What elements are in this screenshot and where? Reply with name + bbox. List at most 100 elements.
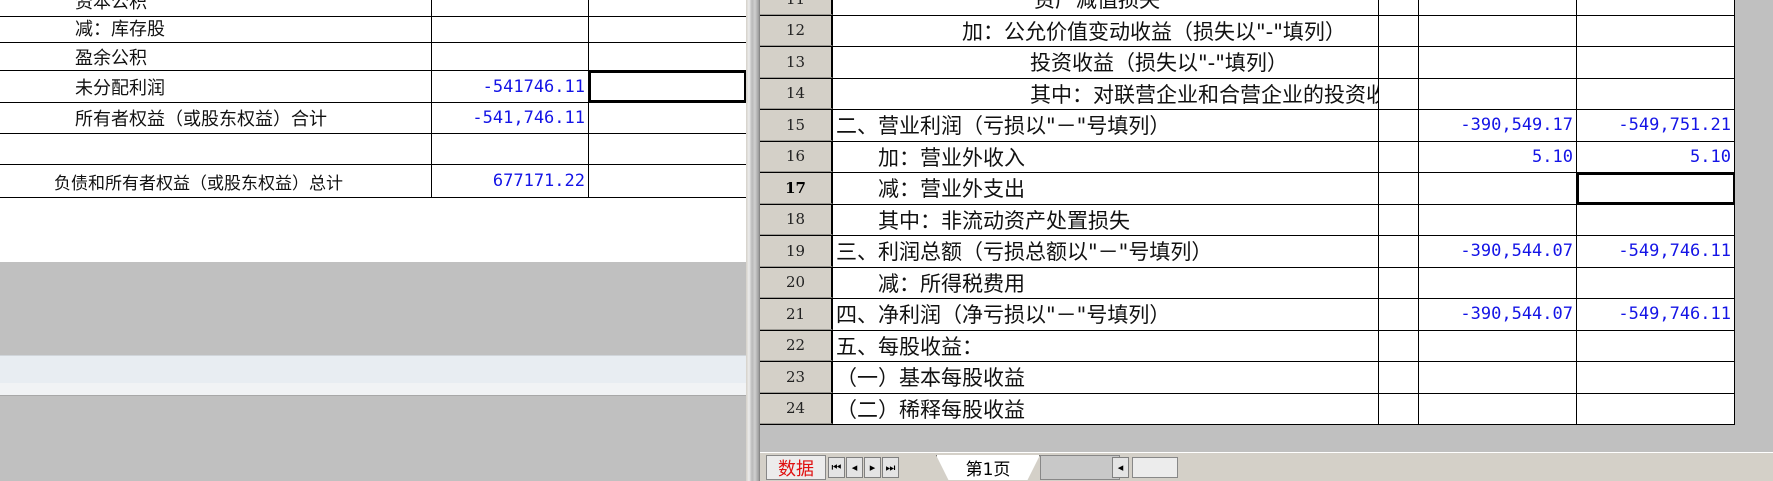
blank-cell[interactable]: [1379, 236, 1419, 267]
table-row: 11资产减值损失: [760, 0, 1735, 16]
row-label: 五、每股收益：: [834, 330, 1379, 361]
pane-splitter[interactable]: [746, 0, 760, 481]
table-row: 负债和所有者权益（或股东权益）总计 677171.22: [0, 165, 746, 198]
row-label: 三、利润总额（亏损总额以"－"号填列）: [834, 236, 1379, 267]
current-period-value[interactable]: -390,544.07: [1419, 299, 1577, 330]
prior-period-value[interactable]: -549,746.11: [1577, 236, 1735, 267]
row-header[interactable]: 24: [760, 393, 833, 424]
current-period-value[interactable]: [1419, 362, 1577, 393]
row-header[interactable]: 14: [760, 78, 833, 109]
row-header[interactable]: 13: [760, 47, 833, 78]
prior-period-value[interactable]: [1577, 393, 1735, 424]
table-row: 17 减：营业外支出: [760, 173, 1735, 205]
prior-period-value[interactable]: [1577, 0, 1735, 15]
row-label: 资产减值损失: [834, 0, 1379, 15]
blank-cell[interactable]: [1379, 173, 1419, 204]
scroll-left-icon[interactable]: ◂: [1112, 457, 1129, 478]
row-header[interactable]: 18: [760, 204, 833, 235]
row-header[interactable]: 21: [760, 299, 833, 330]
current-period-value[interactable]: [1419, 47, 1577, 78]
tab-page-1[interactable]: 第1页: [936, 455, 1040, 480]
prior-period-value[interactable]: [1577, 204, 1735, 235]
current-period-value[interactable]: [1419, 0, 1577, 15]
row-label: 加：公允价值变动收益（损失以"-"填列）: [834, 15, 1379, 46]
row-value[interactable]: [432, 14, 589, 42]
blank-cell[interactable]: [589, 103, 746, 133]
left-pane: 资本公积 减：库存股 盈余公积 未分配利润 -541746.11 所有者权益（或…: [0, 0, 746, 481]
row-label: 加：营业外收入: [834, 141, 1379, 172]
prior-period-value[interactable]: -549,746.11: [1577, 299, 1735, 330]
prior-period-value[interactable]: [1577, 267, 1735, 298]
row-header[interactable]: 20: [760, 267, 833, 298]
blank-cell[interactable]: [1379, 393, 1419, 424]
blank-cell[interactable]: [1379, 110, 1419, 141]
current-period-value[interactable]: [1419, 15, 1577, 46]
current-period-value[interactable]: [1419, 330, 1577, 361]
current-period-value[interactable]: 5.10: [1419, 141, 1577, 172]
row-label: 其中：对联营企业和合营企业的投资收益: [834, 78, 1379, 109]
selected-cell[interactable]: [1577, 173, 1735, 204]
blank-cell[interactable]: [1379, 267, 1419, 298]
table-row: 12 加：公允价值变动收益（损失以"-"填列）: [760, 15, 1735, 47]
blank-cell[interactable]: [1379, 15, 1419, 46]
blank-cell[interactable]: [1379, 362, 1419, 393]
blank-cell[interactable]: [1379, 0, 1419, 15]
right-pane: 11资产减值损失12加：公允价值变动收益（损失以"-"填列）13投资收益（损失以…: [760, 0, 1773, 481]
prior-period-value[interactable]: [1577, 78, 1735, 109]
current-period-value[interactable]: [1419, 173, 1577, 204]
prior-period-value[interactable]: [1577, 330, 1735, 361]
table-row: 13 投资收益（损失以"-"填列）: [760, 47, 1735, 79]
current-period-value[interactable]: [1419, 204, 1577, 235]
prior-period-value[interactable]: [1577, 15, 1735, 46]
last-sheet-icon[interactable]: ⏭: [882, 457, 899, 478]
blank-cell[interactable]: [589, 14, 746, 42]
row-header[interactable]: 23: [760, 362, 833, 393]
blank-cell[interactable]: [589, 165, 746, 197]
blank-cell[interactable]: [1379, 204, 1419, 235]
current-period-value[interactable]: [1419, 78, 1577, 109]
row-value[interactable]: [432, 134, 589, 164]
first-sheet-icon[interactable]: ⏮: [828, 457, 845, 478]
selected-cell[interactable]: [589, 71, 746, 102]
blank-cell[interactable]: [1379, 78, 1419, 109]
table-row: 22 五、每股收益：: [760, 330, 1735, 362]
row-header[interactable]: 15: [760, 110, 833, 141]
blank-cell[interactable]: [1379, 330, 1419, 361]
tab-slot: [1040, 455, 1120, 480]
prior-period-value[interactable]: 5.10: [1577, 141, 1735, 172]
row-value[interactable]: [432, 43, 589, 70]
row-header[interactable]: 17: [760, 173, 833, 204]
row-label: 四、净利润（净亏损以"－"号填列）: [834, 299, 1379, 330]
prior-period-value[interactable]: [1577, 362, 1735, 393]
horizontal-scrollbar[interactable]: [1132, 457, 1178, 478]
row-header[interactable]: 12: [760, 15, 833, 46]
next-sheet-icon[interactable]: ▸: [864, 457, 881, 478]
scroll-strip: [0, 355, 746, 383]
blank-cell[interactable]: [589, 134, 746, 164]
row-header[interactable]: 22: [760, 330, 833, 361]
current-period-value[interactable]: [1419, 267, 1577, 298]
income-statement-grid: 11资产减值损失12加：公允价值变动收益（损失以"-"填列）13投资收益（损失以…: [760, 0, 1735, 425]
prev-sheet-icon[interactable]: ◂: [846, 457, 863, 478]
tab-data[interactable]: 数据: [766, 455, 826, 480]
row-value[interactable]: 677171.22: [432, 165, 589, 197]
table-row: [0, 134, 746, 165]
row-header[interactable]: 19: [760, 236, 833, 267]
row-label: （二）稀释每股收益: [834, 393, 1379, 424]
table-row: 24 （二）稀释每股收益: [760, 393, 1735, 425]
prior-period-value[interactable]: -549,751.21: [1577, 110, 1735, 141]
row-header[interactable]: 11: [760, 0, 833, 15]
current-period-value[interactable]: -390,544.07: [1419, 236, 1577, 267]
blank-cell[interactable]: [1379, 299, 1419, 330]
prior-period-value[interactable]: [1577, 47, 1735, 78]
row-value[interactable]: -541746.11: [432, 71, 589, 102]
row-value[interactable]: -541,746.11: [432, 103, 589, 133]
row-header[interactable]: 16: [760, 141, 833, 172]
row-label: 所有者权益（或股东权益）合计: [0, 103, 432, 133]
current-period-value[interactable]: [1419, 393, 1577, 424]
blank-cell[interactable]: [1379, 47, 1419, 78]
current-period-value[interactable]: -390,549.17: [1419, 110, 1577, 141]
blank-cell[interactable]: [589, 43, 746, 70]
table-row: 所有者权益（或股东权益）合计 -541,746.11: [0, 103, 746, 134]
blank-cell[interactable]: [1379, 141, 1419, 172]
